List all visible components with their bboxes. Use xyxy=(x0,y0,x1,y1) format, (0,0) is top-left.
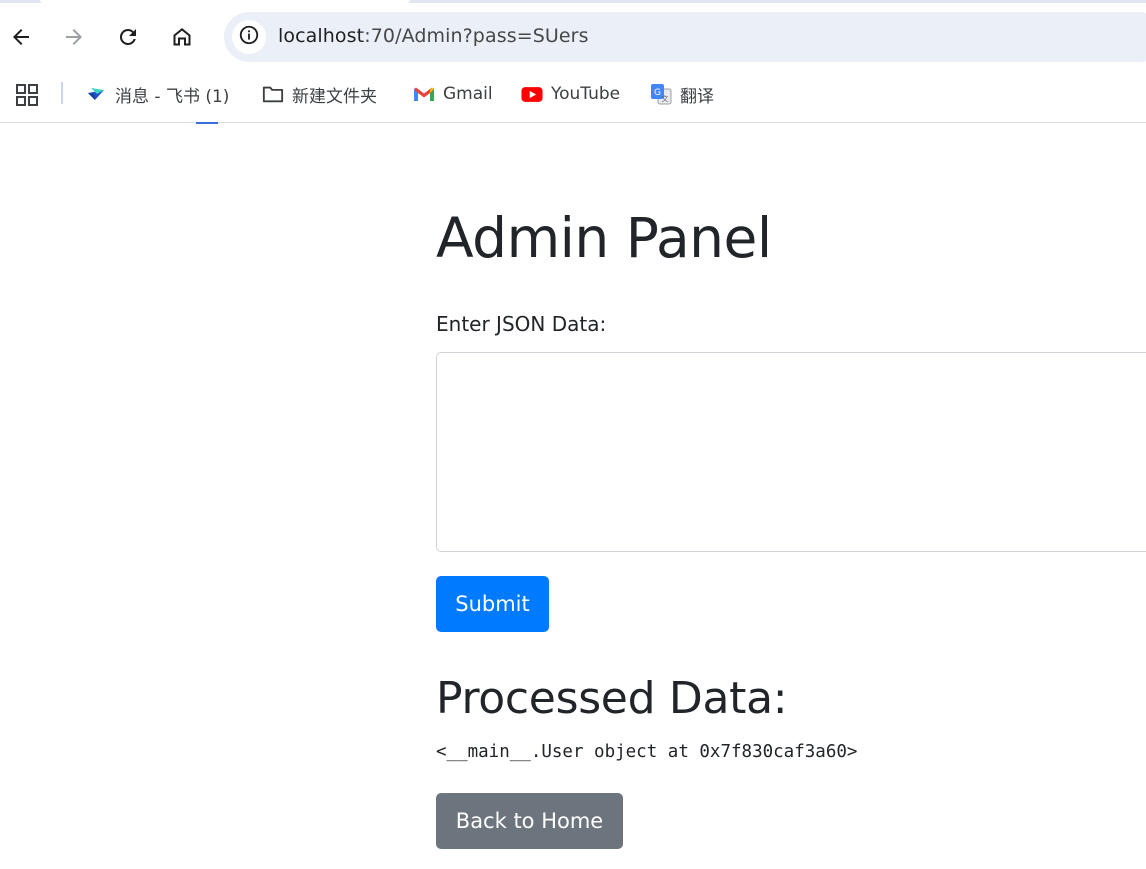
folder-icon xyxy=(262,83,284,105)
bookmark-label: Gmail xyxy=(443,84,493,104)
bookmark-label: YouTube xyxy=(551,84,621,104)
url-host: localhost xyxy=(278,25,365,47)
bookmark-label: 翻译 xyxy=(680,86,714,107)
google-translate-icon: G文 xyxy=(650,83,672,105)
browser-toolbar: localhost:70/Admin?pass=SUers xyxy=(0,0,1146,74)
active-tab-edge[interactable] xyxy=(40,0,410,3)
bookmark-feishu[interactable]: 消息 - 飞书 (1) xyxy=(85,81,229,107)
json-input-label: Enter JSON Data: xyxy=(436,312,607,336)
bookmarks-separator xyxy=(61,82,63,104)
svg-text:文: 文 xyxy=(662,94,669,103)
reload-icon xyxy=(116,25,140,49)
feishu-icon xyxy=(85,83,107,105)
processed-data-output: <__main__.User object at 0x7f830caf3a60> xyxy=(436,742,858,762)
bookmark-gmail[interactable]: Gmail xyxy=(413,81,493,107)
submit-button[interactable]: Submit xyxy=(436,576,549,632)
json-data-textarea[interactable] xyxy=(436,352,1146,552)
home-button[interactable] xyxy=(165,20,199,54)
url-path: :70/Admin?pass=SUers xyxy=(364,25,589,47)
tab-strip xyxy=(0,0,1146,3)
bookmark-label: 新建文件夹 xyxy=(292,86,377,107)
back-arrow-icon xyxy=(9,25,33,49)
reload-button[interactable] xyxy=(111,20,145,54)
page-accent-bar xyxy=(196,122,218,124)
forward-arrow-icon xyxy=(62,25,86,49)
forward-button[interactable] xyxy=(57,20,91,54)
bookmark-youtube[interactable]: YouTube xyxy=(521,81,620,107)
home-icon xyxy=(170,25,194,49)
bookmarks-bar: 消息 - 飞书 (1) 新建文件夹 Gmail YouTube G文 翻译 xyxy=(0,74,1146,123)
site-info-button[interactable] xyxy=(232,20,266,54)
bookmark-new-folder[interactable]: 新建文件夹 xyxy=(262,81,377,107)
svg-text:G: G xyxy=(654,88,661,98)
back-button[interactable] xyxy=(4,20,38,54)
info-icon xyxy=(238,24,260,51)
gmail-icon xyxy=(413,83,435,105)
bookmark-translate[interactable]: G文 翻译 xyxy=(650,81,714,107)
apps-grid-icon xyxy=(16,84,38,110)
apps-button[interactable] xyxy=(16,84,38,106)
address-bar[interactable]: localhost:70/Admin?pass=SUers xyxy=(224,12,1146,62)
back-to-home-button[interactable]: Back to Home xyxy=(436,793,623,849)
processed-data-heading: Processed Data: xyxy=(436,673,788,724)
url-text[interactable]: localhost:70/Admin?pass=SUers xyxy=(278,25,589,47)
bookmark-label: 消息 - 飞书 (1) xyxy=(115,86,230,107)
page-title: Admin Panel xyxy=(436,206,772,270)
youtube-icon xyxy=(521,83,543,105)
